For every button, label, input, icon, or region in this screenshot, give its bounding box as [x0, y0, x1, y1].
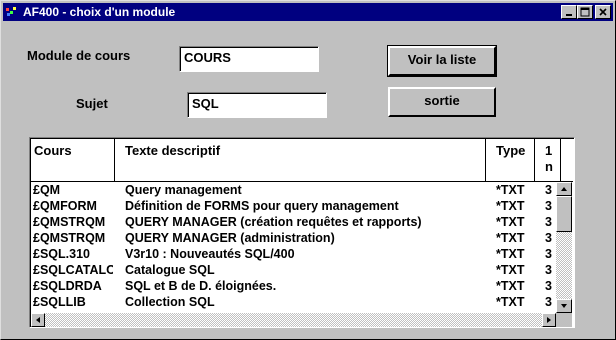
arrow-right-icon: [547, 317, 551, 323]
cell-texte: QUERY MANAGER (administration): [125, 231, 335, 245]
table-header: Cours Texte descriptif Type 1 n: [31, 139, 573, 182]
scroll-thumb[interactable]: [556, 196, 572, 232]
scroll-down-button[interactable]: [556, 299, 572, 313]
table-row[interactable]: £SQLDRDA SQL et B de D. éloignées. *TXT 3: [31, 278, 561, 294]
cell-cours: £QMSTRQM: [33, 215, 106, 229]
app-icon: [6, 7, 16, 16]
cell-cours: £SQL.310: [33, 247, 90, 261]
cell-type: *TXT: [496, 247, 525, 261]
cell-texte: Catalogue SQL: [125, 263, 215, 277]
cell-texte: Collection SQL: [125, 295, 215, 309]
cell-cours: £SQLCATALOG: [33, 263, 113, 277]
scroll-right-button[interactable]: [542, 313, 556, 327]
header-type[interactable]: Type: [486, 139, 535, 181]
cell-texte: QUERY MANAGER (création requêtes et rapp…: [125, 215, 422, 229]
cell-type: *TXT: [496, 295, 525, 309]
close-button[interactable]: [595, 5, 611, 19]
table-row[interactable]: £QM Query management *TXT 3: [31, 182, 561, 198]
minimize-button[interactable]: [561, 5, 577, 19]
cell-type: *TXT: [496, 183, 525, 197]
sortie-button[interactable]: sortie: [388, 87, 496, 117]
table-row[interactable]: £QMSTRQM QUERY MANAGER (création requêtes…: [31, 214, 561, 230]
cell-type: *TXT: [496, 279, 525, 293]
cell-texte: Query management: [125, 183, 242, 197]
module-input[interactable]: COURS: [179, 46, 319, 72]
table-row[interactable]: £QMFORM Définition de FORMS pour query ma…: [31, 198, 561, 214]
window-title: AF400 - choix d'un module: [23, 5, 176, 19]
table-row[interactable]: £SQLCATALOGCatalogue SQL*TXT3: [31, 262, 561, 278]
horizontal-scrollbar[interactable]: [31, 313, 556, 327]
table-row[interactable]: £QMSTRQM QUERY MANAGER (administration) *T…: [31, 230, 561, 246]
cell-texte: SQL et B de D. éloignées.: [125, 279, 277, 293]
scroll-left-button[interactable]: [31, 313, 45, 327]
cours-table: Cours Texte descriptif Type 1 n £QM Query…: [29, 137, 575, 328]
header-extra[interactable]: 1 n: [535, 139, 561, 181]
close-icon: [599, 8, 607, 16]
maximize-icon: [580, 7, 590, 17]
cell-type: *TXT: [496, 263, 525, 277]
scrollbar-corner: [556, 313, 572, 327]
header-texte-descriptif[interactable]: Texte descriptif: [115, 139, 486, 181]
cell-texte: V3r10 : Nouveautés SQL/400: [125, 247, 295, 261]
cell-cours: £SQLLIB: [33, 295, 86, 309]
sujet-input[interactable]: SQL: [187, 92, 327, 118]
header-cours[interactable]: Cours: [31, 139, 115, 181]
module-label: Module de cours: [27, 48, 131, 63]
cell-type: *TXT: [496, 199, 525, 213]
cell-cours: £QM: [33, 183, 61, 197]
arrow-down-icon: [561, 304, 567, 308]
cell-cours: £QMSTRQM: [33, 231, 106, 245]
cell-texte: Définition de FORMS pour query managemen…: [125, 199, 399, 213]
sujet-label: Sujet: [76, 96, 108, 111]
cell-cours: £SQLDRDA: [33, 279, 102, 293]
voir-la-liste-button[interactable]: Voir la liste: [387, 45, 497, 77]
arrow-left-icon: [36, 317, 40, 323]
main-window: AF400 - choix d'un module Module de cour…: [0, 0, 616, 340]
minimize-icon: [566, 14, 572, 16]
title-bar[interactable]: AF400 - choix d'un module: [3, 3, 613, 21]
arrow-up-icon: [561, 187, 567, 191]
table-row[interactable]: £SQLLIB Collection SQL *TXT 3: [31, 294, 561, 310]
cell-cours: £QMFORM: [33, 199, 97, 213]
table-body: £QM Query management *TXT 3 £QMFORM Définitio…: [31, 182, 561, 313]
table-row[interactable]: £SQL.310 V3r10 : Nouveautés SQL/400 *TXT 3: [31, 246, 561, 262]
cell-type: *TXT: [496, 231, 525, 245]
vertical-scrollbar[interactable]: [556, 182, 572, 313]
scroll-up-button[interactable]: [556, 182, 572, 196]
maximize-button[interactable]: [577, 5, 593, 19]
cell-type: *TXT: [496, 215, 525, 229]
